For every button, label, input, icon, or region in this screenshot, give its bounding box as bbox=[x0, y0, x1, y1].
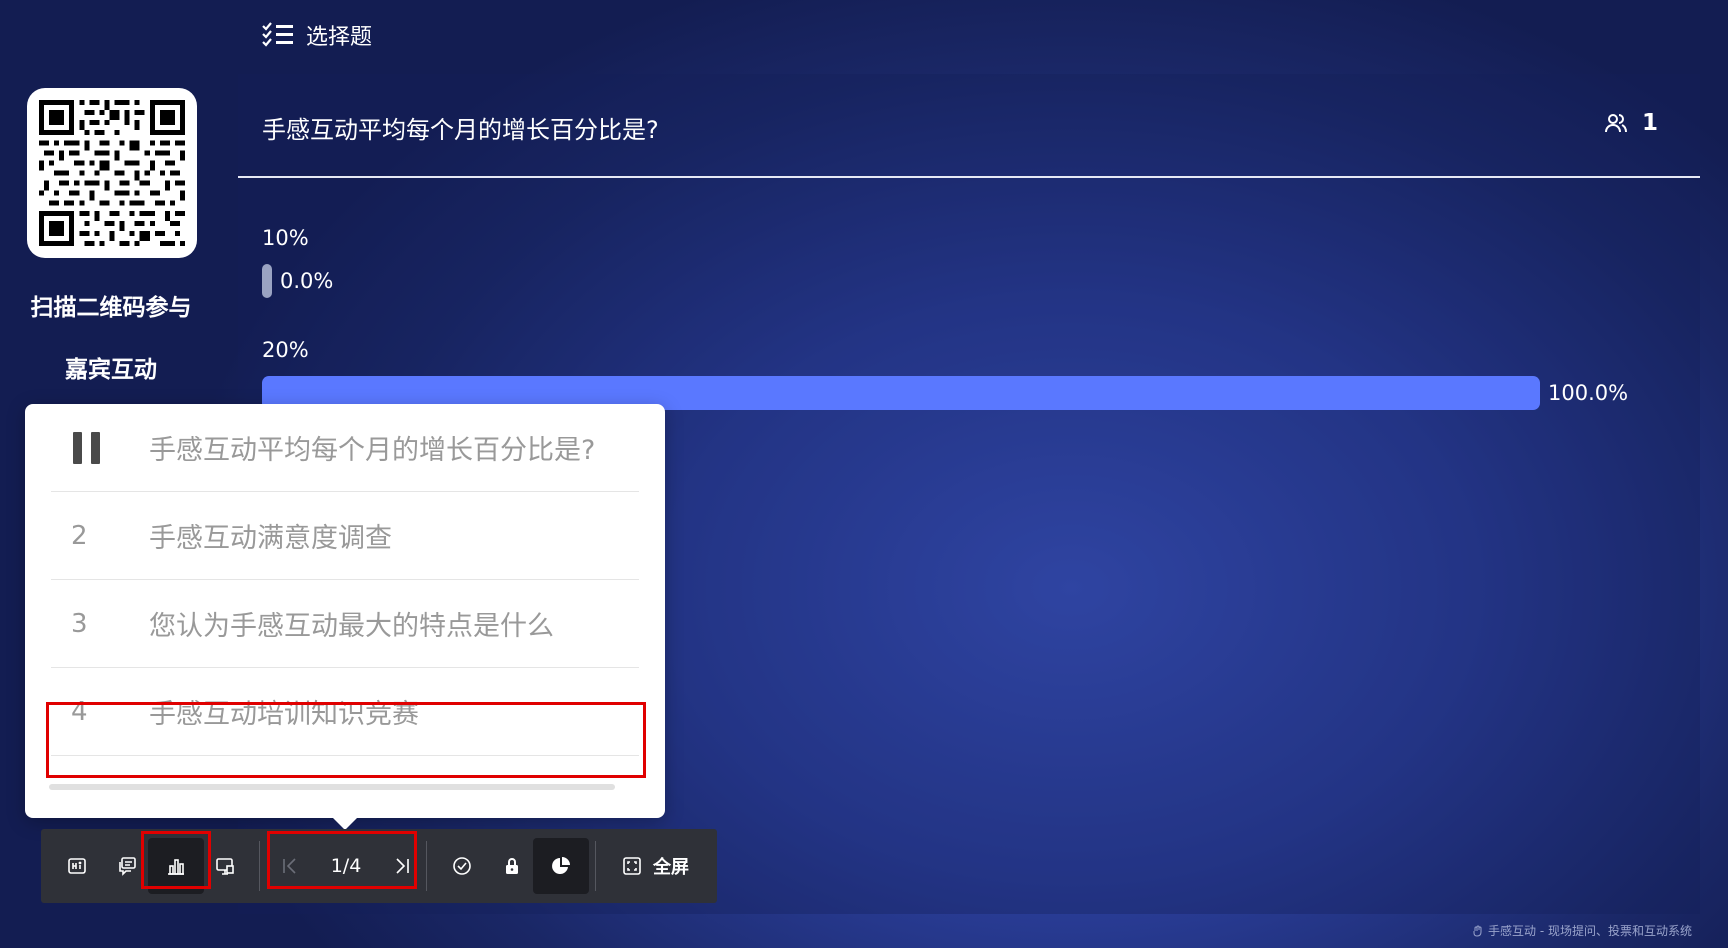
qr-code-icon bbox=[39, 100, 185, 246]
hand-icon bbox=[1473, 925, 1482, 937]
question-list-item[interactable]: 手感互动平均每个月的增长百分比是? bbox=[51, 404, 639, 492]
bottom-toolbar: 1/4 全屏 bbox=[41, 829, 717, 903]
question-title: 手感互动平均每个月的增长百分比是? bbox=[262, 116, 659, 144]
comment-icon bbox=[119, 857, 136, 876]
option-percent: 0.0% bbox=[280, 269, 334, 293]
question-list-item[interactable]: 4 手感互动培训知识竞赛 bbox=[51, 668, 639, 756]
screen-button[interactable] bbox=[197, 838, 253, 894]
hi-icon bbox=[68, 858, 86, 874]
scrollbar[interactable] bbox=[49, 784, 615, 790]
scan-instruction: 扫描二维码参与 bbox=[30, 295, 192, 321]
option-percent: 100.0% bbox=[1548, 381, 1629, 405]
toolbar-divider bbox=[426, 841, 427, 891]
lock-button[interactable] bbox=[484, 838, 540, 894]
participant-counter: 1 bbox=[1604, 110, 1658, 136]
question-list-item-number: 2 bbox=[71, 520, 88, 551]
checklist-icon bbox=[262, 22, 293, 47]
fullscreen-label: 全屏 bbox=[653, 857, 689, 878]
footer-text: 手感互动 - 现场提问、投票和互动系统 bbox=[1488, 924, 1692, 938]
option-label: 20% bbox=[262, 338, 309, 362]
participant-count: 1 bbox=[1641, 110, 1658, 136]
toolbar-divider bbox=[595, 841, 596, 891]
question-list-item-text: 您认为手感互动最大的特点是什么 bbox=[149, 611, 554, 642]
next-icon[interactable] bbox=[391, 855, 413, 877]
prev-icon[interactable] bbox=[279, 855, 301, 877]
hi-button[interactable] bbox=[49, 838, 105, 894]
option-row: 20% 100.0% bbox=[262, 338, 1628, 410]
question-header: 手感互动平均每个月的增长百分比是? 1 bbox=[238, 74, 1700, 178]
guest-interaction-label: 嘉宾互动 bbox=[65, 357, 157, 383]
page-indicator: 1/4 bbox=[330, 855, 362, 877]
option-row: 10% 0.0% bbox=[262, 226, 333, 298]
comment-button[interactable] bbox=[99, 838, 155, 894]
toolbar-divider bbox=[259, 841, 260, 891]
header-title: 选择题 bbox=[306, 25, 373, 50]
page-header: 选择题 bbox=[262, 18, 372, 52]
pie-chart-button[interactable] bbox=[533, 838, 589, 894]
fullscreen-button[interactable]: 全屏 bbox=[621, 838, 689, 894]
question-list-popup: 手感互动平均每个月的增长百分比是? 2 手感互动满意度调查 3 您认为手感互动最… bbox=[25, 404, 665, 830]
question-list-item-text: 手感互动培训知识竞赛 bbox=[149, 699, 419, 730]
check-circle-icon bbox=[453, 857, 471, 875]
screen-icon bbox=[216, 858, 234, 875]
qr-code bbox=[27, 88, 197, 258]
question-list-item[interactable]: 3 您认为手感互动最大的特点是什么 bbox=[51, 580, 639, 668]
pie-chart-icon bbox=[552, 857, 570, 874]
question-list-item-text: 手感互动平均每个月的增长百分比是? bbox=[149, 435, 596, 466]
bar-chart-button[interactable] bbox=[148, 838, 204, 894]
lock-icon bbox=[506, 858, 518, 874]
check-button[interactable] bbox=[434, 838, 490, 894]
option-label: 10% bbox=[262, 226, 309, 250]
pause-icon[interactable] bbox=[73, 431, 149, 464]
question-list-item-number: 3 bbox=[71, 608, 88, 639]
bar-chart-icon bbox=[168, 859, 184, 875]
question-list-item[interactable]: 2 手感互动满意度调查 bbox=[51, 492, 639, 580]
question-list-item-number: 4 bbox=[71, 696, 88, 727]
users-icon bbox=[1604, 114, 1627, 133]
fullscreen-icon bbox=[623, 857, 641, 875]
option-bar bbox=[262, 264, 272, 298]
pagination: 1/4 bbox=[271, 838, 421, 894]
question-list-item-text: 手感互动满意度调查 bbox=[149, 523, 392, 554]
footer: 手感互动 - 现场提问、投票和互动系统 bbox=[1472, 922, 1692, 939]
